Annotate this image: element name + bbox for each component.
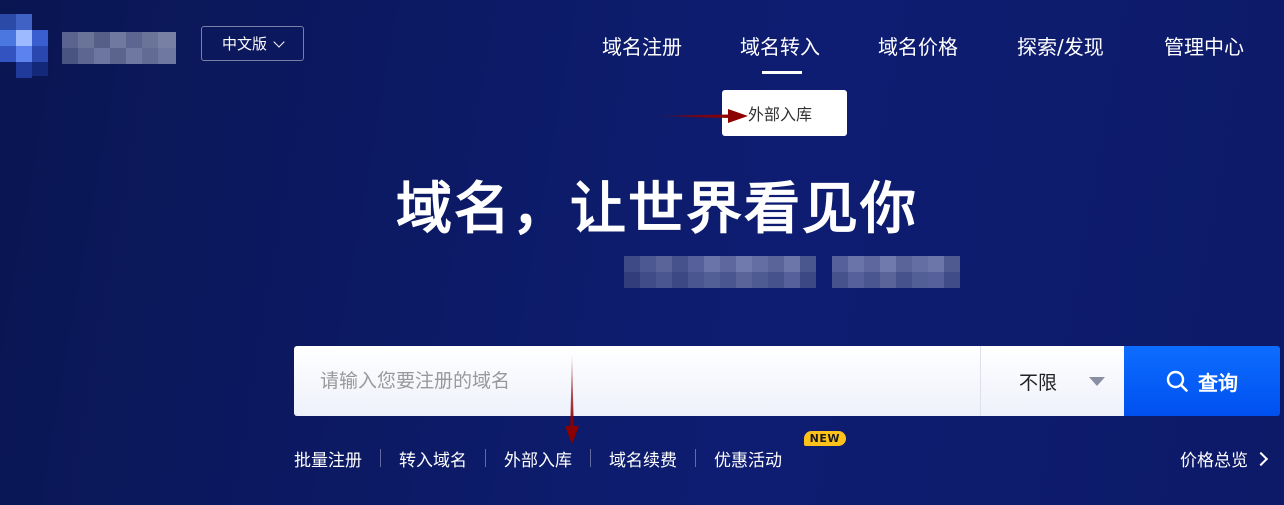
language-switcher[interactable]: 中文版 <box>201 26 304 61</box>
quick-link-batch-register[interactable]: 批量注册 <box>294 446 380 471</box>
nav-item-explore[interactable]: 探索/发现 <box>1017 31 1104 60</box>
annotation-arrow-right <box>650 109 748 123</box>
dropdown-item-external-import[interactable]: 外部入库 <box>748 101 812 125</box>
price-overview-link[interactable]: 价格总览 <box>1180 446 1269 471</box>
nav-item-domain-transfer[interactable]: 域名转入 <box>740 31 820 60</box>
suffix-filter-value: 不限 <box>1019 371 1058 394</box>
site-logo[interactable] <box>0 14 180 80</box>
quick-link-promotions-label: 优惠活动 <box>714 450 782 471</box>
domain-search-input[interactable] <box>294 346 980 416</box>
new-badge: NEW <box>803 430 846 446</box>
chevron-right-icon <box>1253 451 1269 466</box>
language-label: 中文版 <box>221 35 267 53</box>
suffix-filter-select[interactable]: 不限 <box>980 346 1124 416</box>
domain-search-bar: 不限 查询 <box>294 346 1280 416</box>
quick-link-promotions[interactable]: 优惠活动 NEW <box>696 430 846 471</box>
search-icon <box>1166 370 1188 392</box>
nav-item-domain-price[interactable]: 域名价格 <box>878 31 958 60</box>
nav-item-domain-register[interactable]: 域名注册 <box>602 31 682 60</box>
caret-down-icon <box>1089 376 1106 386</box>
chevron-down-icon <box>273 35 285 48</box>
quick-links: 批量注册 转入域名 外部入库 域名续费 优惠活动 NEW <box>294 430 846 471</box>
main-nav: 域名注册 域名转入 域名价格 探索/发现 管理中心 <box>580 31 1270 61</box>
hero-subtitle-blurred <box>624 256 960 288</box>
quick-link-transfer-domain[interactable]: 转入域名 <box>381 446 485 471</box>
hero-title: 域名，让世界看见你 <box>396 177 918 242</box>
search-button[interactable]: 查询 <box>1124 346 1280 416</box>
annotation-arrow-down <box>565 354 579 444</box>
nav-active-indicator <box>762 71 802 74</box>
price-overview-label: 价格总览 <box>1180 451 1248 471</box>
search-button-label: 查询 <box>1198 370 1238 395</box>
quick-link-renew[interactable]: 域名续费 <box>591 446 695 471</box>
quick-link-external-import[interactable]: 外部入库 <box>486 446 590 471</box>
nav-item-management[interactable]: 管理中心 <box>1164 31 1244 60</box>
